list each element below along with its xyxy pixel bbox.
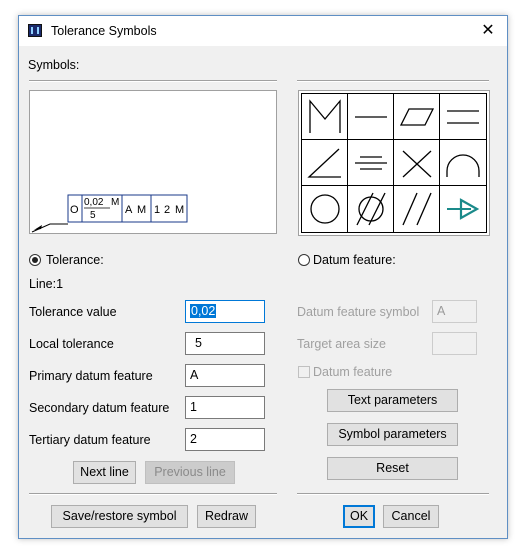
tolerance-value-text: 0,02 bbox=[190, 304, 217, 318]
preview-datum-c: 2 bbox=[164, 204, 170, 216]
preview-datum-c-modifier: M bbox=[175, 204, 184, 216]
next-line-button[interactable]: Next line bbox=[73, 461, 136, 484]
total-runout-icon[interactable] bbox=[394, 186, 440, 232]
parallelism-icon[interactable] bbox=[440, 94, 486, 140]
symbols-label: Symbols: bbox=[28, 58, 80, 72]
primary-datum-label: Primary datum feature bbox=[29, 369, 153, 383]
max-material-icon[interactable] bbox=[302, 94, 348, 140]
profile-line-icon[interactable] bbox=[440, 140, 486, 186]
circularity-icon[interactable] bbox=[302, 186, 348, 232]
divider bbox=[297, 80, 489, 82]
tolerance-radio-label: Tolerance: bbox=[46, 253, 104, 267]
leader-arrow bbox=[34, 225, 42, 230]
tolerance-symbols-dialog: Tolerance Symbols ✕ Symbols: O 0,02 M 5 … bbox=[18, 15, 508, 539]
straightness-icon[interactable] bbox=[348, 94, 394, 140]
tolerance-value-label: Tolerance value bbox=[29, 305, 117, 319]
datum-symbol-label: Datum feature symbol bbox=[297, 305, 420, 319]
close-icon[interactable]: ✕ bbox=[477, 20, 499, 42]
preview-datum-a-modifier: M bbox=[137, 204, 146, 216]
title-bar[interactable]: Tolerance Symbols ✕ bbox=[19, 16, 507, 46]
preview-datum-b: 1 bbox=[154, 204, 160, 216]
datum-feature-checkbox-label: Datum feature bbox=[313, 365, 393, 379]
angularity-icon[interactable] bbox=[302, 140, 348, 186]
tolerance-radio[interactable] bbox=[29, 254, 41, 266]
tertiary-datum-input[interactable]: 2 bbox=[185, 428, 265, 451]
symbol-preview: O 0,02 M 5 A M 1 2 M bbox=[29, 90, 277, 234]
datum-feature-radio[interactable] bbox=[298, 254, 310, 266]
preview-circle-symbol: O bbox=[70, 204, 79, 216]
preview-value-top: 0,02 bbox=[84, 197, 104, 208]
cancel-button[interactable]: Cancel bbox=[383, 505, 439, 528]
local-tolerance-label: Local tolerance bbox=[29, 337, 114, 351]
secondary-datum-label: Secondary datum feature bbox=[29, 401, 170, 415]
flatness-icon[interactable] bbox=[394, 94, 440, 140]
symbol-palette bbox=[298, 90, 490, 236]
divider bbox=[29, 493, 277, 495]
circular-runout-icon[interactable] bbox=[440, 186, 486, 232]
app-icon bbox=[28, 24, 42, 37]
tolerance-value-input[interactable]: 0,02 bbox=[185, 300, 265, 323]
local-tolerance-input[interactable]: 5 bbox=[185, 332, 265, 355]
primary-datum-input[interactable]: A bbox=[185, 364, 265, 387]
tertiary-datum-label: Tertiary datum feature bbox=[29, 433, 151, 447]
divider bbox=[29, 80, 277, 82]
line-label: Line:1 bbox=[29, 277, 64, 291]
window-title: Tolerance Symbols bbox=[51, 24, 157, 38]
redraw-button[interactable]: Redraw bbox=[197, 505, 256, 528]
divider bbox=[297, 493, 489, 495]
save-restore-button[interactable]: Save/restore symbol bbox=[51, 505, 188, 528]
symbol-parameters-button[interactable]: Symbol parameters bbox=[327, 423, 458, 446]
datum-feature-checkbox[interactable] bbox=[298, 366, 310, 378]
preview-value-top-modifier: M bbox=[111, 197, 119, 208]
secondary-datum-input[interactable]: 1 bbox=[185, 396, 265, 419]
reset-button[interactable]: Reset bbox=[327, 457, 458, 480]
preview-datum-a: A bbox=[125, 204, 133, 216]
position-icon[interactable] bbox=[394, 140, 440, 186]
symmetry-icon[interactable] bbox=[348, 140, 394, 186]
target-area-input[interactable] bbox=[432, 332, 477, 355]
datum-symbol-input[interactable]: A bbox=[432, 300, 477, 323]
ok-button[interactable]: OK bbox=[343, 505, 375, 528]
datum-feature-radio-label: Datum feature: bbox=[313, 253, 396, 267]
text-parameters-button[interactable]: Text parameters bbox=[327, 389, 458, 412]
previous-line-button[interactable]: Previous line bbox=[145, 461, 235, 484]
preview-drawing: O 0,02 M 5 A M 1 2 M bbox=[31, 194, 188, 233]
cylindricity-icon[interactable] bbox=[348, 186, 394, 232]
preview-value-bottom: 5 bbox=[90, 210, 96, 221]
target-area-label: Target area size bbox=[297, 337, 386, 351]
